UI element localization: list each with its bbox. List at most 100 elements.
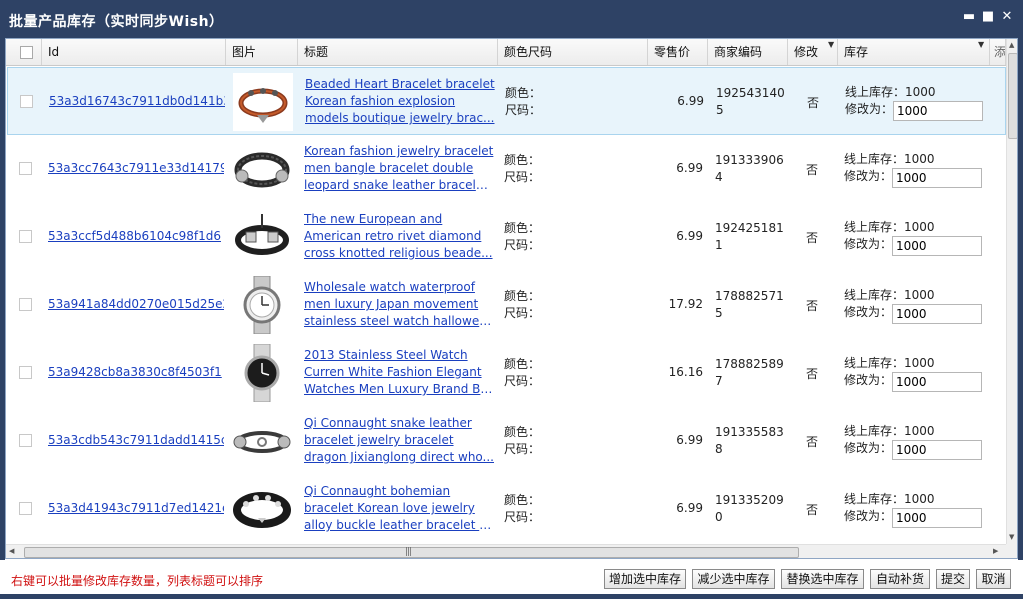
product-image (233, 73, 293, 131)
inventory-input[interactable] (892, 372, 982, 392)
column-header-id[interactable]: Id (42, 39, 226, 65)
inventory-input[interactable] (892, 168, 982, 188)
inventory-grid: Id 图片 标题 颜色尺码 零售价 商家编码 修改 ▼ 库存 ▼ 添 53a3d… (5, 38, 1018, 559)
modified-status: 否 (806, 367, 819, 381)
table-row[interactable]: 53a9428cb8a3830c8f4503f1 2013 Stainless … (7, 339, 1006, 407)
color-size-cell: 颜色： 尺码： (504, 493, 541, 524)
braided-bracelet-icon (234, 152, 290, 188)
replace-selected-inventory-button[interactable]: 替换选中库存 (781, 569, 864, 589)
title-bar[interactable]: 批量产品库存（实时同步Wish） ▬ ■ ✕ (0, 0, 1023, 38)
product-title-link[interactable]: Beaded Heart Bracelet bracelet Korean fa… (305, 76, 495, 129)
horizontal-scrollbar[interactable]: ◀ ||| ▶ (6, 544, 1006, 558)
online-inventory: 1000 (905, 85, 936, 99)
modified-status: 否 (806, 503, 819, 517)
modified-status: 否 (806, 435, 819, 449)
online-inventory: 1000 (904, 492, 935, 506)
row-checkbox[interactable] (19, 502, 32, 515)
merchant-code: 1924251811 (715, 221, 784, 252)
online-inventory: 1000 (904, 356, 935, 370)
column-header-inventory[interactable]: 库存 (838, 39, 990, 65)
row-checkbox[interactable] (20, 95, 33, 108)
inventory-input[interactable] (892, 440, 982, 460)
product-title-link[interactable]: The new European and American retro rive… (304, 211, 494, 264)
inventory-input[interactable] (893, 101, 983, 121)
row-checkbox[interactable] (19, 230, 32, 243)
product-title-link[interactable]: Wholesale watch waterproof men luxury Ja… (304, 279, 494, 332)
color-size-cell: 颜色： 尺码： (505, 86, 542, 117)
product-title-link[interactable]: Korean fashion jewelry bracelet men bang… (304, 143, 494, 196)
scroll-right-icon[interactable]: ▶ (993, 547, 998, 555)
product-id-link[interactable]: 53a3d16743c7911db0d141b3 (49, 94, 225, 108)
modified-status: 否 (806, 299, 819, 313)
sort-dropdown-icon[interactable]: ▼ (828, 40, 834, 49)
merchant-code: 1788825897 (715, 357, 784, 388)
retail-price: 6.99 (676, 229, 703, 243)
increase-selected-inventory-button[interactable]: 增加选中库存 (604, 569, 686, 589)
sort-dropdown-icon[interactable]: ▼ (978, 40, 984, 49)
table-row[interactable]: 53a3ccf5d488b6104c98f1d6 The new Europea… (7, 203, 1006, 271)
merchant-code: 1788825715 (715, 289, 784, 320)
window-border-right (1018, 38, 1023, 599)
vertical-scrollbar[interactable]: ▲ ▼ (1006, 39, 1017, 544)
table-row[interactable]: 53a3d41943c7911d7ed1421e Qi Connaught bo… (7, 475, 1006, 543)
product-title-link[interactable]: 2013 Stainless Steel Watch Curren White … (304, 347, 494, 400)
merchant-code: 1925431405 (716, 86, 785, 117)
submit-button[interactable]: 提交 (936, 569, 970, 589)
scroll-left-icon[interactable]: ◀ (9, 547, 14, 555)
product-id-link[interactable]: 53a3cc7643c7911e33d14179 (48, 161, 224, 175)
scrollbar-corner (1006, 544, 1017, 558)
product-image (232, 343, 292, 403)
modified-status: 否 (806, 231, 819, 245)
color-size-cell: 颜色： 尺码： (504, 357, 541, 388)
scroll-down-icon[interactable]: ▼ (1009, 533, 1014, 541)
product-id-link[interactable]: 53a3cdb543c7911dadd1415c (48, 433, 224, 447)
inventory-input[interactable] (892, 508, 982, 528)
color-size-cell: 颜色： 尺码： (504, 221, 541, 252)
silver-watch-icon (243, 275, 281, 335)
close-icon[interactable]: ✕ (1000, 10, 1014, 24)
product-title-link[interactable]: Qi Connaught bohemian bracelet Korean lo… (304, 483, 494, 536)
row-checkbox[interactable] (19, 298, 32, 311)
retail-price: 6.99 (676, 501, 703, 515)
product-title-link[interactable]: Qi Connaught snake leather bracelet jewe… (304, 415, 494, 468)
product-id-link[interactable]: 53a3d41943c7911d7ed1421e (48, 501, 224, 515)
row-checkbox[interactable] (19, 434, 32, 447)
product-id-link[interactable]: 53a9428cb8a3830c8f4503f1 (48, 365, 224, 379)
row-checkbox[interactable] (19, 162, 32, 175)
online-inventory: 1000 (904, 424, 935, 438)
horizontal-scroll-thumb[interactable]: ||| (24, 547, 799, 558)
auto-restock-button[interactable]: 自动补货 (870, 569, 930, 589)
table-row[interactable]: 53a3cdb543c7911dadd1415c Qi Connaught sn… (7, 407, 1006, 475)
cancel-button[interactable]: 取消 (976, 569, 1011, 589)
modified-status: 否 (806, 163, 819, 177)
column-header-retail-price[interactable]: 零售价 (648, 39, 708, 65)
scroll-up-icon[interactable]: ▲ (1009, 41, 1014, 49)
table-row[interactable]: 53a3cc7643c7911e33d14179 Korean fashion … (7, 135, 1006, 203)
minimize-icon[interactable]: ▬ (962, 10, 976, 24)
product-id-link[interactable]: 53a941a84dd0270e015d25e2 (48, 297, 224, 311)
column-header-merchant-code[interactable]: 商家编码 (708, 39, 788, 65)
inventory-input[interactable] (892, 236, 982, 256)
maximize-icon[interactable]: ■ (981, 10, 995, 24)
merchant-code: 1913352090 (715, 493, 784, 524)
column-header-extra[interactable]: 添 (990, 39, 1006, 65)
merchant-code: 1913339064 (715, 153, 784, 184)
row-checkbox[interactable] (19, 366, 32, 379)
table-row[interactable]: 53a3d16743c7911db0d141b3 Beaded Heart Br… (7, 67, 1006, 135)
product-image (232, 480, 292, 538)
window-title: 批量产品库存（实时同步Wish） (9, 14, 224, 30)
checkbox-column-header[interactable] (6, 39, 42, 65)
table-row[interactable]: 53a941a84dd0270e015d25e2 Wholesale watch… (7, 271, 1006, 339)
retail-price: 6.99 (676, 161, 703, 175)
decrease-selected-inventory-button[interactable]: 减少选中库存 (692, 569, 775, 589)
inventory-input[interactable] (892, 304, 982, 324)
column-header-title[interactable]: 标题 (298, 39, 498, 65)
column-header-image[interactable]: 图片 (226, 39, 298, 65)
grid-header: Id 图片 标题 颜色尺码 零售价 商家编码 修改 ▼ 库存 ▼ 添 (6, 39, 1017, 66)
column-header-color-size[interactable]: 颜色尺码 (498, 39, 648, 65)
snake-bracelet-icon (233, 431, 291, 453)
window-border-bottom (0, 594, 1023, 599)
product-id-link[interactable]: 53a3ccf5d488b6104c98f1d6 (48, 229, 224, 243)
online-inventory: 1000 (904, 288, 935, 302)
vertical-scroll-thumb[interactable] (1008, 53, 1017, 139)
